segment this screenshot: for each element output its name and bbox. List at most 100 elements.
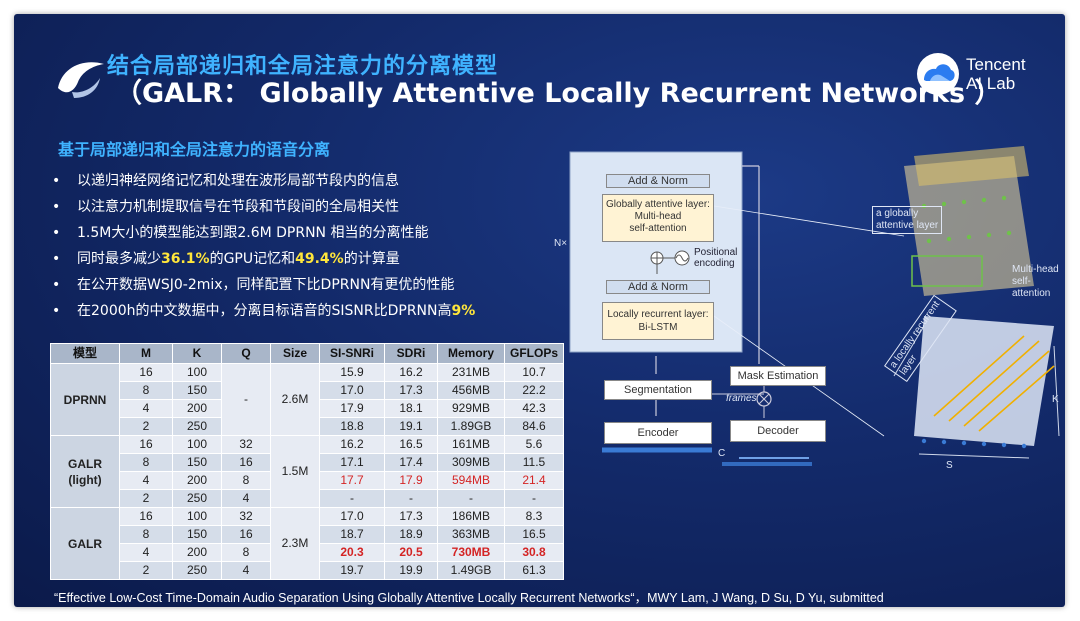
table-cell: 100 (172, 435, 222, 454)
table-cell: 161MB (437, 435, 505, 454)
bullet-list: • 以递归神经网络记忆和处理在波形局部节段内的信息 • 以注意力机制提取信号在节段和节… (50, 171, 475, 327)
table-cell: 2.3M (270, 507, 320, 580)
brand-line-1: Tencent (966, 55, 1026, 74)
table-cell: 18.7 (319, 525, 385, 544)
table-cell: 1.5M (270, 435, 320, 508)
brand-line-2: AI Lab (966, 74, 1016, 93)
table-cell: 8 (119, 453, 173, 472)
global-attention-box: Globally attentive layer: Multi-head sel… (602, 194, 714, 242)
table-cell: 17.1 (319, 453, 385, 472)
table-cell: 17.3 (384, 381, 438, 400)
bullet-text: 同时最多减少 (77, 251, 161, 267)
bullet-item: • 同时最多减少36.1%的GPU记忆和49.4%的计算量 (50, 249, 475, 275)
global-callout-line-1: a globally (876, 208, 919, 219)
table-cell: 20.3 (319, 543, 385, 562)
table-cell: 200 (172, 543, 222, 562)
local-sub: Bi-LSTM (638, 322, 678, 333)
model-name-cell: GALR (50, 507, 120, 580)
table-cell: 4 (119, 399, 173, 418)
tencent-ai-lab-brand: Tencent AI Lab (916, 52, 1026, 100)
table-cell: 16.2 (384, 363, 438, 382)
add-norm-bottom-box: Add & Norm (606, 280, 710, 294)
bullet-text: 在2000h的中文数据中，分离目标语音的SISNR比DPRNN高 (77, 303, 452, 319)
table-cell: 16.2 (319, 435, 385, 454)
table-cell: 730MB (437, 543, 505, 562)
model-name-cell: DPRNN (50, 363, 120, 436)
global-callout-line-2: attentive layer (876, 220, 939, 231)
highlight-text: 49.4% (295, 251, 344, 267)
table-cell: 16 (119, 507, 173, 526)
bullet-dot: • (52, 277, 61, 293)
table-cell: 150 (172, 453, 222, 472)
column-header: Memory (437, 343, 505, 364)
table-cell: 250 (172, 561, 222, 580)
table-cell: 8.3 (504, 507, 564, 526)
table-cell: 16 (119, 363, 173, 382)
decoder-box: Decoder (730, 420, 826, 442)
table-cell: 8 (221, 471, 271, 490)
column-header: Size (270, 343, 320, 364)
table-cell: 19.9 (384, 561, 438, 580)
table-cell: 250 (172, 417, 222, 436)
table-cell: 594MB (437, 471, 505, 490)
table-cell: 8 (119, 525, 173, 544)
table-cell: 8 (221, 543, 271, 562)
table-cell: 4 (221, 489, 271, 508)
table-cell: 20.5 (384, 543, 438, 562)
table-cell: 4 (119, 543, 173, 562)
table-cell: 4 (221, 561, 271, 580)
bullet-dot: • (52, 303, 61, 319)
bullet-text: 的计算量 (343, 251, 400, 267)
section-subtitle: 基于局部递归和全局注意力的语音分离 (58, 140, 331, 159)
galr-3d-illustration (893, 146, 1060, 459)
table-cell: 100 (172, 363, 222, 382)
architecture-diagram: Add & Norm Globally attentive layer: Mul… (554, 146, 1064, 471)
table-cell: 363MB (437, 525, 505, 544)
bullet-text: 在公开数据WSJ0-2mix，同样配置下比DPRNN有更优的性能 (77, 277, 455, 293)
positional-encoding-label: Positional encoding (694, 247, 737, 269)
multihead-label: Multi-head self- attention (1012, 264, 1059, 300)
table-row: DPRNN 16 100-2.6M 15.9 16.2 231MB 10.7 (50, 363, 564, 436)
table-cell: 100 (172, 507, 222, 526)
slide: 结合局部递归和全局注意力的分离模型 （GALR： Globally Attent… (14, 14, 1065, 607)
column-header: SI-SNRi (319, 343, 385, 364)
bullet-item: • 在2000h的中文数据中，分离目标语音的SISNR比DPRNN高9% (50, 301, 475, 327)
highlight-text: 9% (451, 303, 476, 319)
table-cell: 17.0 (319, 507, 385, 526)
s-axis-label: S (946, 460, 953, 471)
table-cell: 456MB (437, 381, 505, 400)
table-cell: 186MB (437, 507, 505, 526)
table-cell: 32 (221, 507, 271, 526)
table-cell: 15.9 (319, 363, 385, 382)
bullet-dot: • (52, 225, 61, 241)
table-cell: 61.3 (504, 561, 564, 580)
column-header: Q (221, 343, 271, 364)
table-cell: 2 (119, 417, 173, 436)
table-cell: 18.1 (384, 399, 438, 418)
table-cell: - (221, 363, 271, 436)
table-cell: 18.9 (384, 525, 438, 544)
title-english: （GALR： Globally Attentive Locally Recurr… (115, 78, 1002, 109)
bullet-text: 1.5M大小的模型能达到跟2.6M DPRNN 相当的分离性能 (77, 225, 429, 241)
table-cell: 150 (172, 381, 222, 400)
add-norm-top-box: Add & Norm (606, 174, 710, 188)
global-sub-1: Multi-head (634, 211, 682, 222)
table-header-row: 模型 M K Q Size SI-SNRi SDRi Memory GFLOPs (50, 343, 564, 364)
table-cell: 17.3 (384, 507, 438, 526)
table-cell: - (504, 489, 564, 508)
table-cell: 17.9 (319, 399, 385, 418)
nx-label: N× (554, 238, 568, 249)
table-cell: 17.7 (319, 471, 385, 490)
table-cell: 16.5 (384, 435, 438, 454)
encoder-box: Encoder (604, 422, 712, 444)
bullet-text: 的GPU记忆和 (209, 251, 296, 267)
table-row: GALR (light) 16 100 32 1.5M 16.2 16.5 161MB 5.6 (50, 435, 564, 508)
local-recurrent-box: Locally recurrent layer: Bi-LSTM (602, 302, 714, 340)
segmentation-box: Segmentation (604, 380, 712, 400)
bullet-dot: • (52, 251, 61, 267)
column-header: SDRi (384, 343, 438, 364)
bullet-item: • 以注意力机制提取信号在节段和节段间的全局相关性 (50, 197, 475, 223)
bullet-item: • 以递归神经网络记忆和处理在波形局部节段内的信息 (50, 171, 475, 197)
positional-line-1: Positional (694, 247, 738, 258)
table-cell: 32 (221, 435, 271, 454)
